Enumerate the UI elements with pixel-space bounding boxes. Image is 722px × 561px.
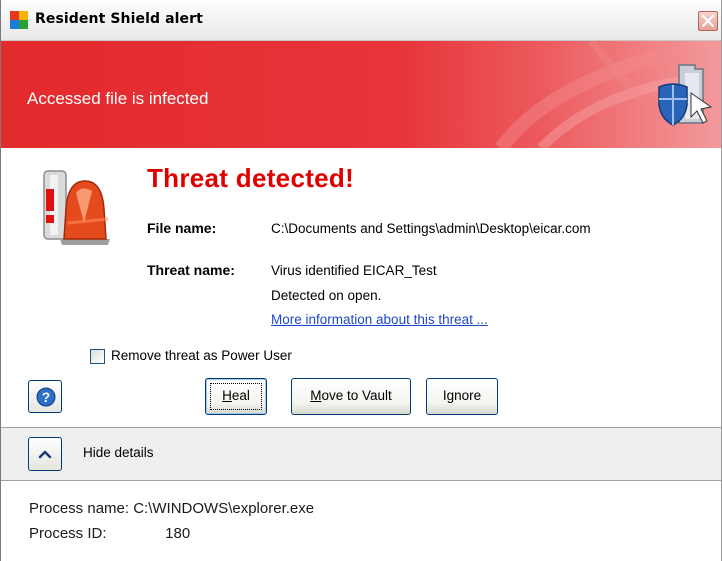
move-to-vault-button[interactable]: Move to Vault [291, 378, 411, 415]
banner-title: Accessed file is infected [27, 89, 209, 108]
shield-icon [655, 63, 713, 129]
detected-status: Detected on open. [271, 288, 382, 303]
process-id-row: Process ID: 180 [29, 525, 190, 542]
alarm-siren-icon [38, 163, 114, 245]
process-name-value: C:\WINDOWS\explorer.exe [133, 500, 315, 517]
threat-headline: Threat detected! [147, 163, 355, 193]
alert-banner: Accessed file is infected [1, 41, 721, 148]
vault-label: ove to Vault [321, 388, 392, 403]
details-divider-bottom [1, 480, 721, 481]
help-icon: ? [36, 387, 56, 407]
window-title: Resident Shield alert [35, 11, 203, 27]
threat-name-label: Threat name: [147, 262, 235, 278]
heal-button[interactable]: Heal [205, 378, 267, 415]
ignore-label: Ignore [442, 388, 482, 403]
title-bar[interactable]: Resident Shield alert [1, 0, 721, 41]
close-button[interactable] [698, 11, 718, 31]
more-info-link[interactable]: More information about this threat ... [271, 312, 488, 327]
ignore-button[interactable]: Ignore [426, 378, 498, 415]
help-button[interactable]: ? [28, 380, 62, 413]
process-id-value: 180 [165, 525, 191, 542]
file-name-label: File name: [147, 220, 217, 236]
alert-window: Resident Shield alert Accessed file is i… [0, 0, 722, 561]
hide-details-label[interactable]: Hide details [83, 445, 154, 460]
hide-details-button[interactable] [28, 437, 62, 471]
power-user-checkbox[interactable] [90, 349, 105, 364]
heal-accel: H [222, 388, 232, 403]
vault-accel: M [310, 388, 322, 403]
heal-label: eal [231, 388, 250, 403]
close-icon [702, 15, 714, 27]
process-name-label: Process name: [29, 500, 130, 517]
file-name-value: C:\Documents and Settings\admin\Desktop\… [271, 221, 591, 236]
process-name-row: Process name: C:\WINDOWS\explorer.exe [29, 500, 314, 517]
banner-decoration [495, 41, 681, 148]
chevron-up-icon [38, 450, 52, 459]
process-id-label: Process ID: [29, 525, 107, 542]
power-user-label: Remove threat as Power User [111, 348, 292, 363]
svg-text:?: ? [42, 389, 51, 405]
avg-logo-icon [10, 11, 28, 29]
threat-name-value: Virus identified EICAR_Test [271, 263, 437, 278]
